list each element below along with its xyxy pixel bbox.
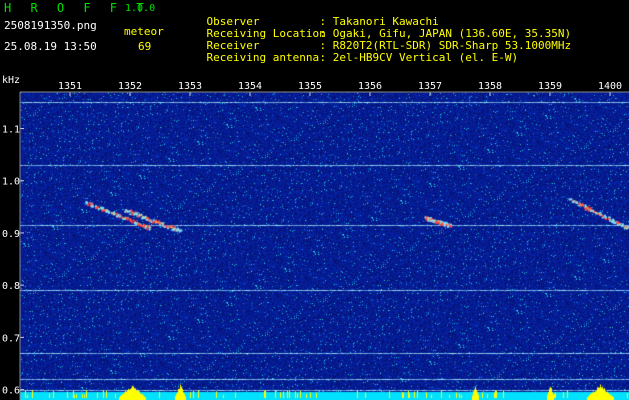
x-tick-label: 1353 (178, 81, 202, 92)
x-tick-label: 1354 (238, 81, 262, 92)
y-tick-label: 1.0 (2, 177, 20, 188)
y-tick-label: 0.8 (2, 281, 20, 292)
y-tick-label: 1.1 (2, 125, 20, 136)
x-tick-label: 1357 (418, 81, 442, 92)
y-axis-unit-label: kHz (2, 75, 20, 86)
x-tick-label: 1358 (478, 81, 502, 92)
x-tick-label: 1351 (58, 81, 82, 92)
y-tick-label: 0.9 (2, 229, 20, 240)
x-axis-ticks: 1351 1352 1353 1354 1355 1356 1357 1358 1359 1400 (58, 81, 622, 96)
y-tick-label: 0.6 (2, 386, 20, 397)
y-axis-ticks: 1.1 1.0 0.9 0.8 0.7 0.6 (2, 125, 24, 397)
x-tick-label: 1359 (538, 81, 562, 92)
spectrogram-axes: kHz 1351 1352 1353 1354 1355 1356 1357 1358 1359… (2, 75, 629, 400)
y-tick-label: 0.7 (2, 333, 20, 344)
x-tick-label: 1356 (358, 81, 382, 92)
x-tick-label: 1352 (118, 81, 142, 92)
x-tick-label: 1400 (598, 81, 622, 92)
x-tick-label: 1355 (298, 81, 322, 92)
